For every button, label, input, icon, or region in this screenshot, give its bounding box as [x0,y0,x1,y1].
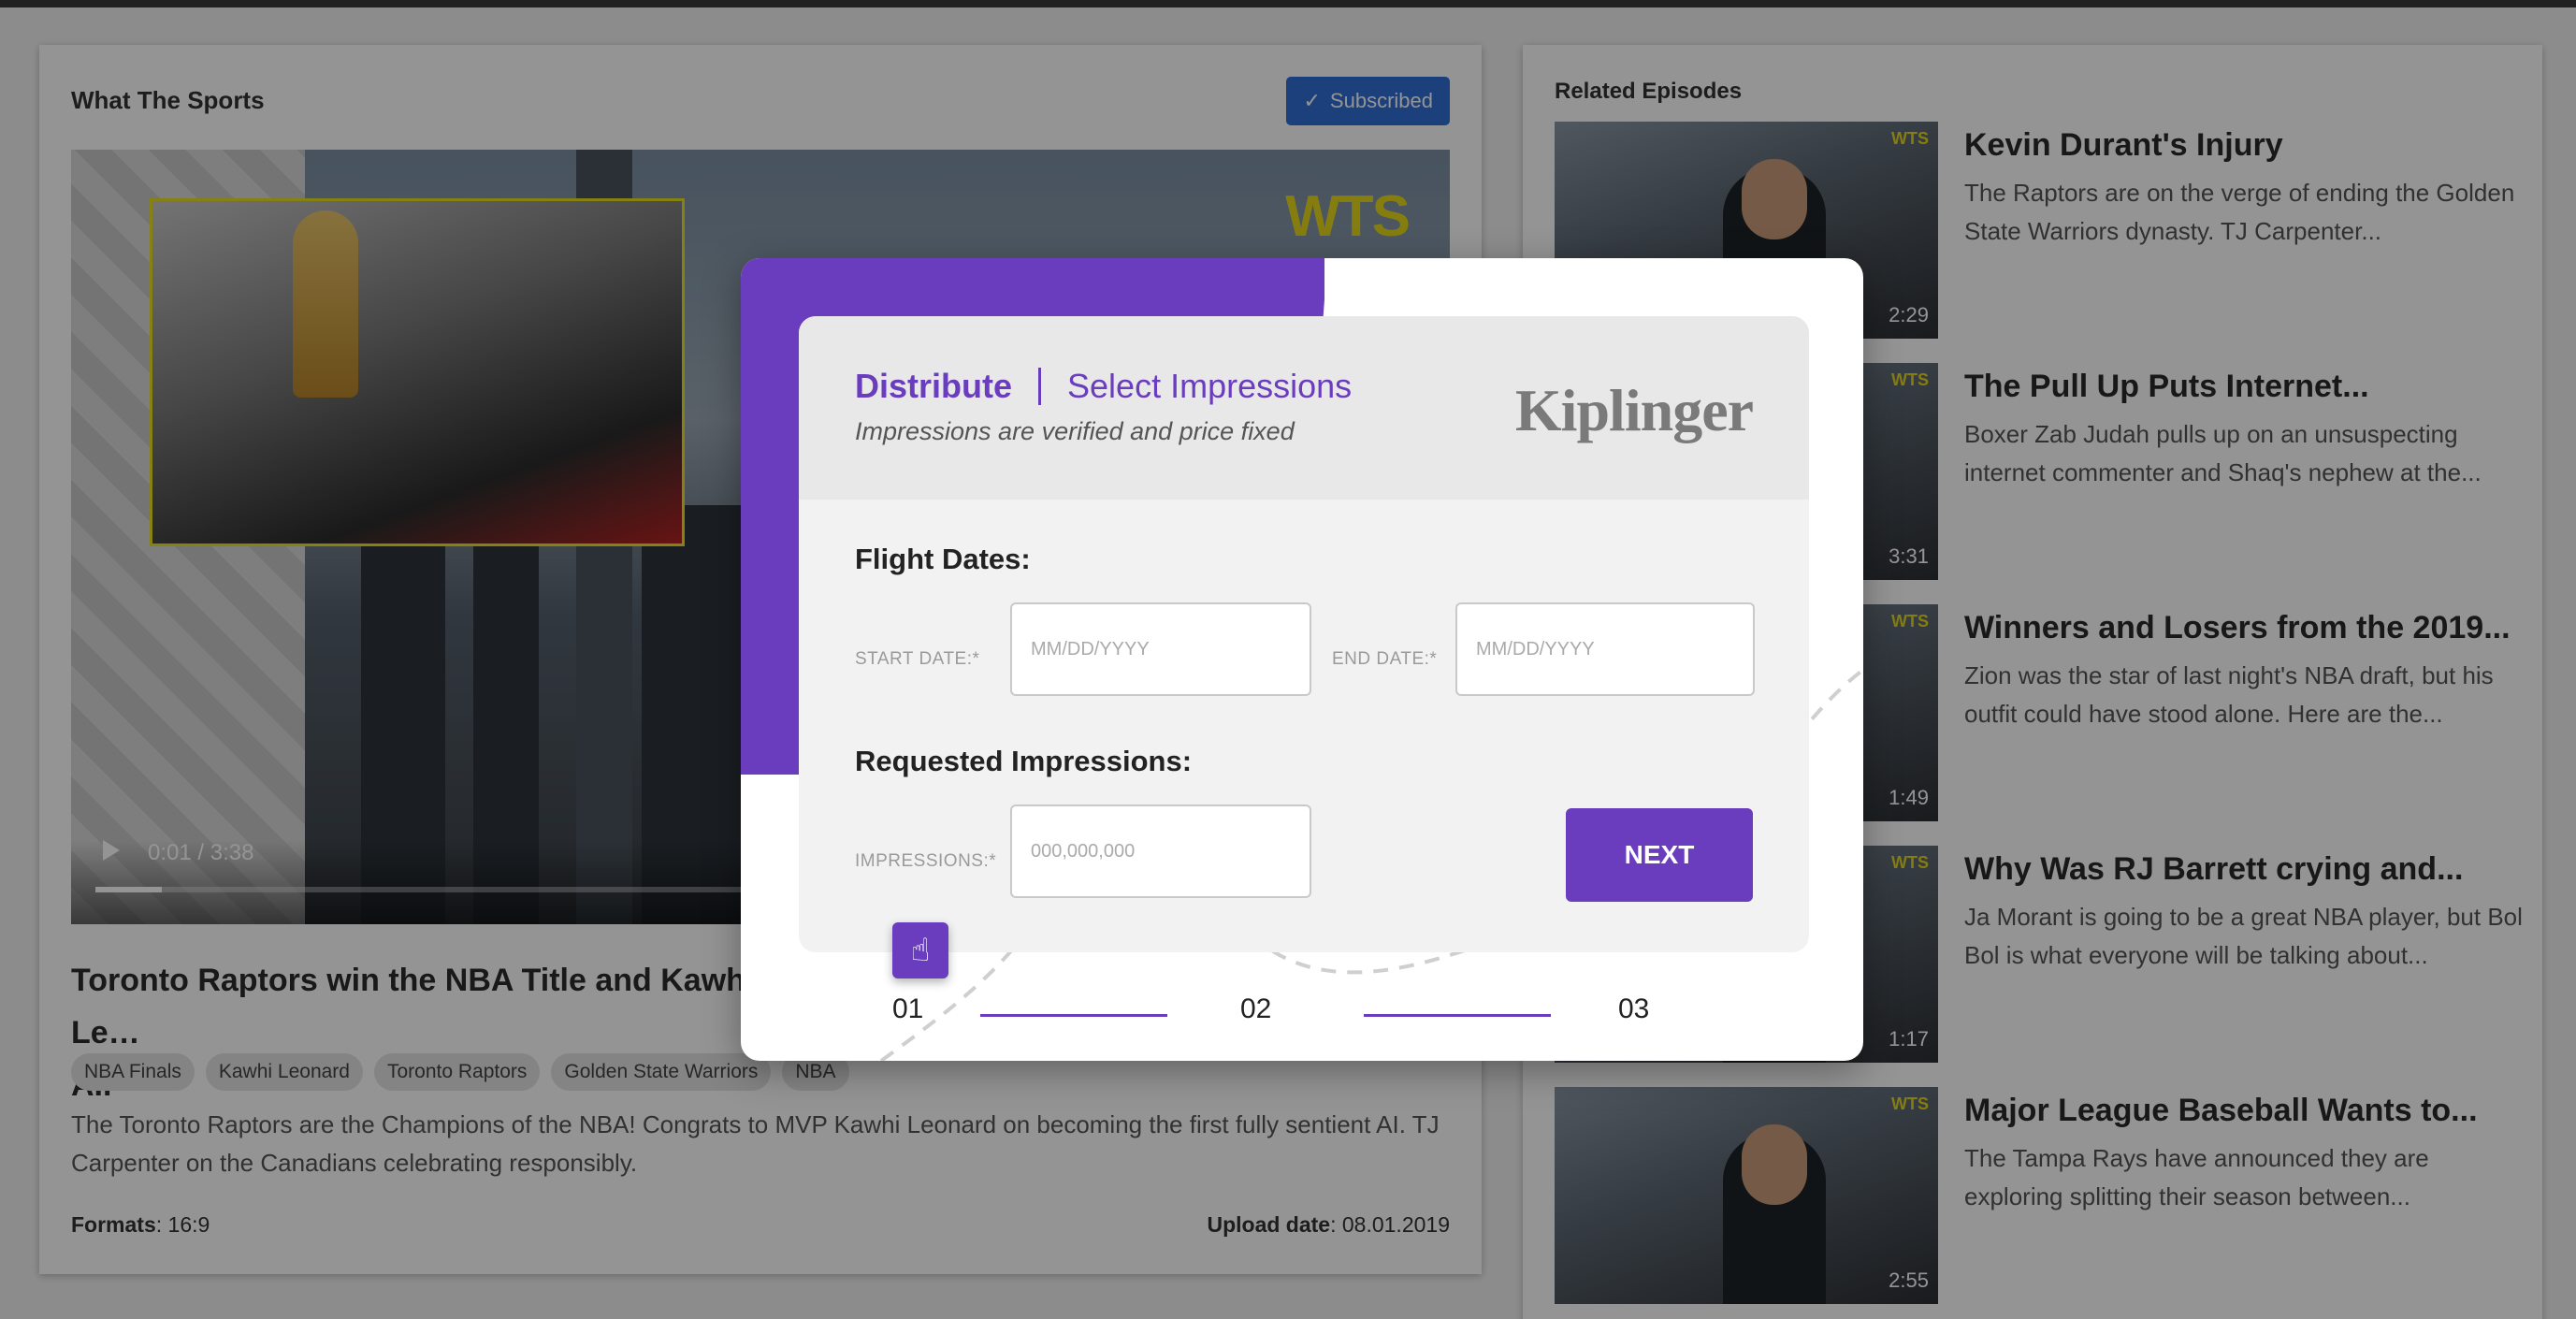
step-connector [1364,1014,1551,1017]
step-connector [980,1014,1167,1017]
breadcrumb-separator [1038,368,1042,405]
next-button[interactable]: NEXT [1566,808,1753,902]
requested-impressions-heading: Requested Impressions: [855,745,1193,777]
kiplinger-logo: Kiplinger [1514,377,1754,443]
breadcrumb: Distribute Select Impressions [855,367,1352,406]
impressions-field[interactable] [1010,804,1311,898]
flight-dates-heading: Flight Dates: [855,543,1031,575]
hand-pointer-icon: ☝ [910,933,931,968]
panel-subtitle: Impressions are verified and price fixed [855,417,1295,445]
breadcrumb-distribute[interactable]: Distribute [855,367,1012,406]
distribute-modal: Distribute Select Impressions Impression… [741,258,1863,1061]
distribute-panel: Distribute Select Impressions Impression… [799,316,1809,952]
step-cursor-marker[interactable]: ☝ [892,922,948,978]
step-indicator: 01 02 03 [892,988,1734,1044]
breadcrumb-select-impressions: Select Impressions [1067,367,1353,405]
impressions-label: IMPRESSIONS:* [855,851,997,871]
step-1[interactable]: 01 [892,993,923,1025]
step-2[interactable]: 02 [1240,993,1271,1025]
start-date-label: START DATE:* [855,649,980,669]
panel-header: Distribute Select Impressions Impression… [799,316,1809,500]
end-date-field[interactable] [1455,602,1755,696]
end-date-label: END DATE:* [1332,649,1438,669]
start-date-field[interactable] [1010,602,1311,696]
step-3[interactable]: 03 [1618,993,1649,1025]
